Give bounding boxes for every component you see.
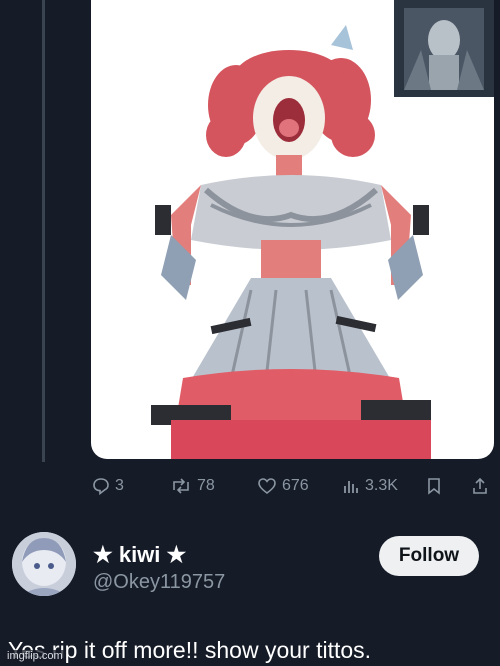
post-image[interactable] xyxy=(91,0,494,459)
views-count: 3.3K xyxy=(365,477,398,494)
inset-thumbnail xyxy=(394,0,494,97)
views-action[interactable]: 3.3K xyxy=(342,477,398,495)
thread-line xyxy=(42,0,45,462)
avatar-image xyxy=(12,532,76,596)
post-actions: 3 78 676 3.3K xyxy=(90,474,500,498)
reply-author-name[interactable]: ★ kiwi ★ xyxy=(93,542,186,568)
reply-icon xyxy=(93,478,109,495)
reply-action[interactable]: 3 xyxy=(92,477,124,495)
reply: ★ kiwi ★ @Okey119757 Follow xyxy=(0,520,500,610)
anime-illustration xyxy=(151,0,494,459)
bookmark-icon[interactable] xyxy=(426,477,442,495)
like-icon xyxy=(258,478,276,495)
follow-button[interactable]: Follow xyxy=(379,536,479,576)
avatar[interactable] xyxy=(12,532,76,596)
like-count: 676 xyxy=(282,477,309,494)
repost-icon xyxy=(173,478,189,494)
reply-author-handle[interactable]: @Okey119757 xyxy=(93,571,225,594)
imgflip-watermark: imgflip.com xyxy=(4,650,66,662)
repost-action[interactable]: 78 xyxy=(170,477,215,495)
repost-count: 78 xyxy=(197,477,215,494)
views-icon xyxy=(344,481,358,493)
reply-count: 3 xyxy=(115,477,124,494)
like-action[interactable]: 676 xyxy=(257,477,309,495)
share-icon[interactable] xyxy=(471,477,489,495)
